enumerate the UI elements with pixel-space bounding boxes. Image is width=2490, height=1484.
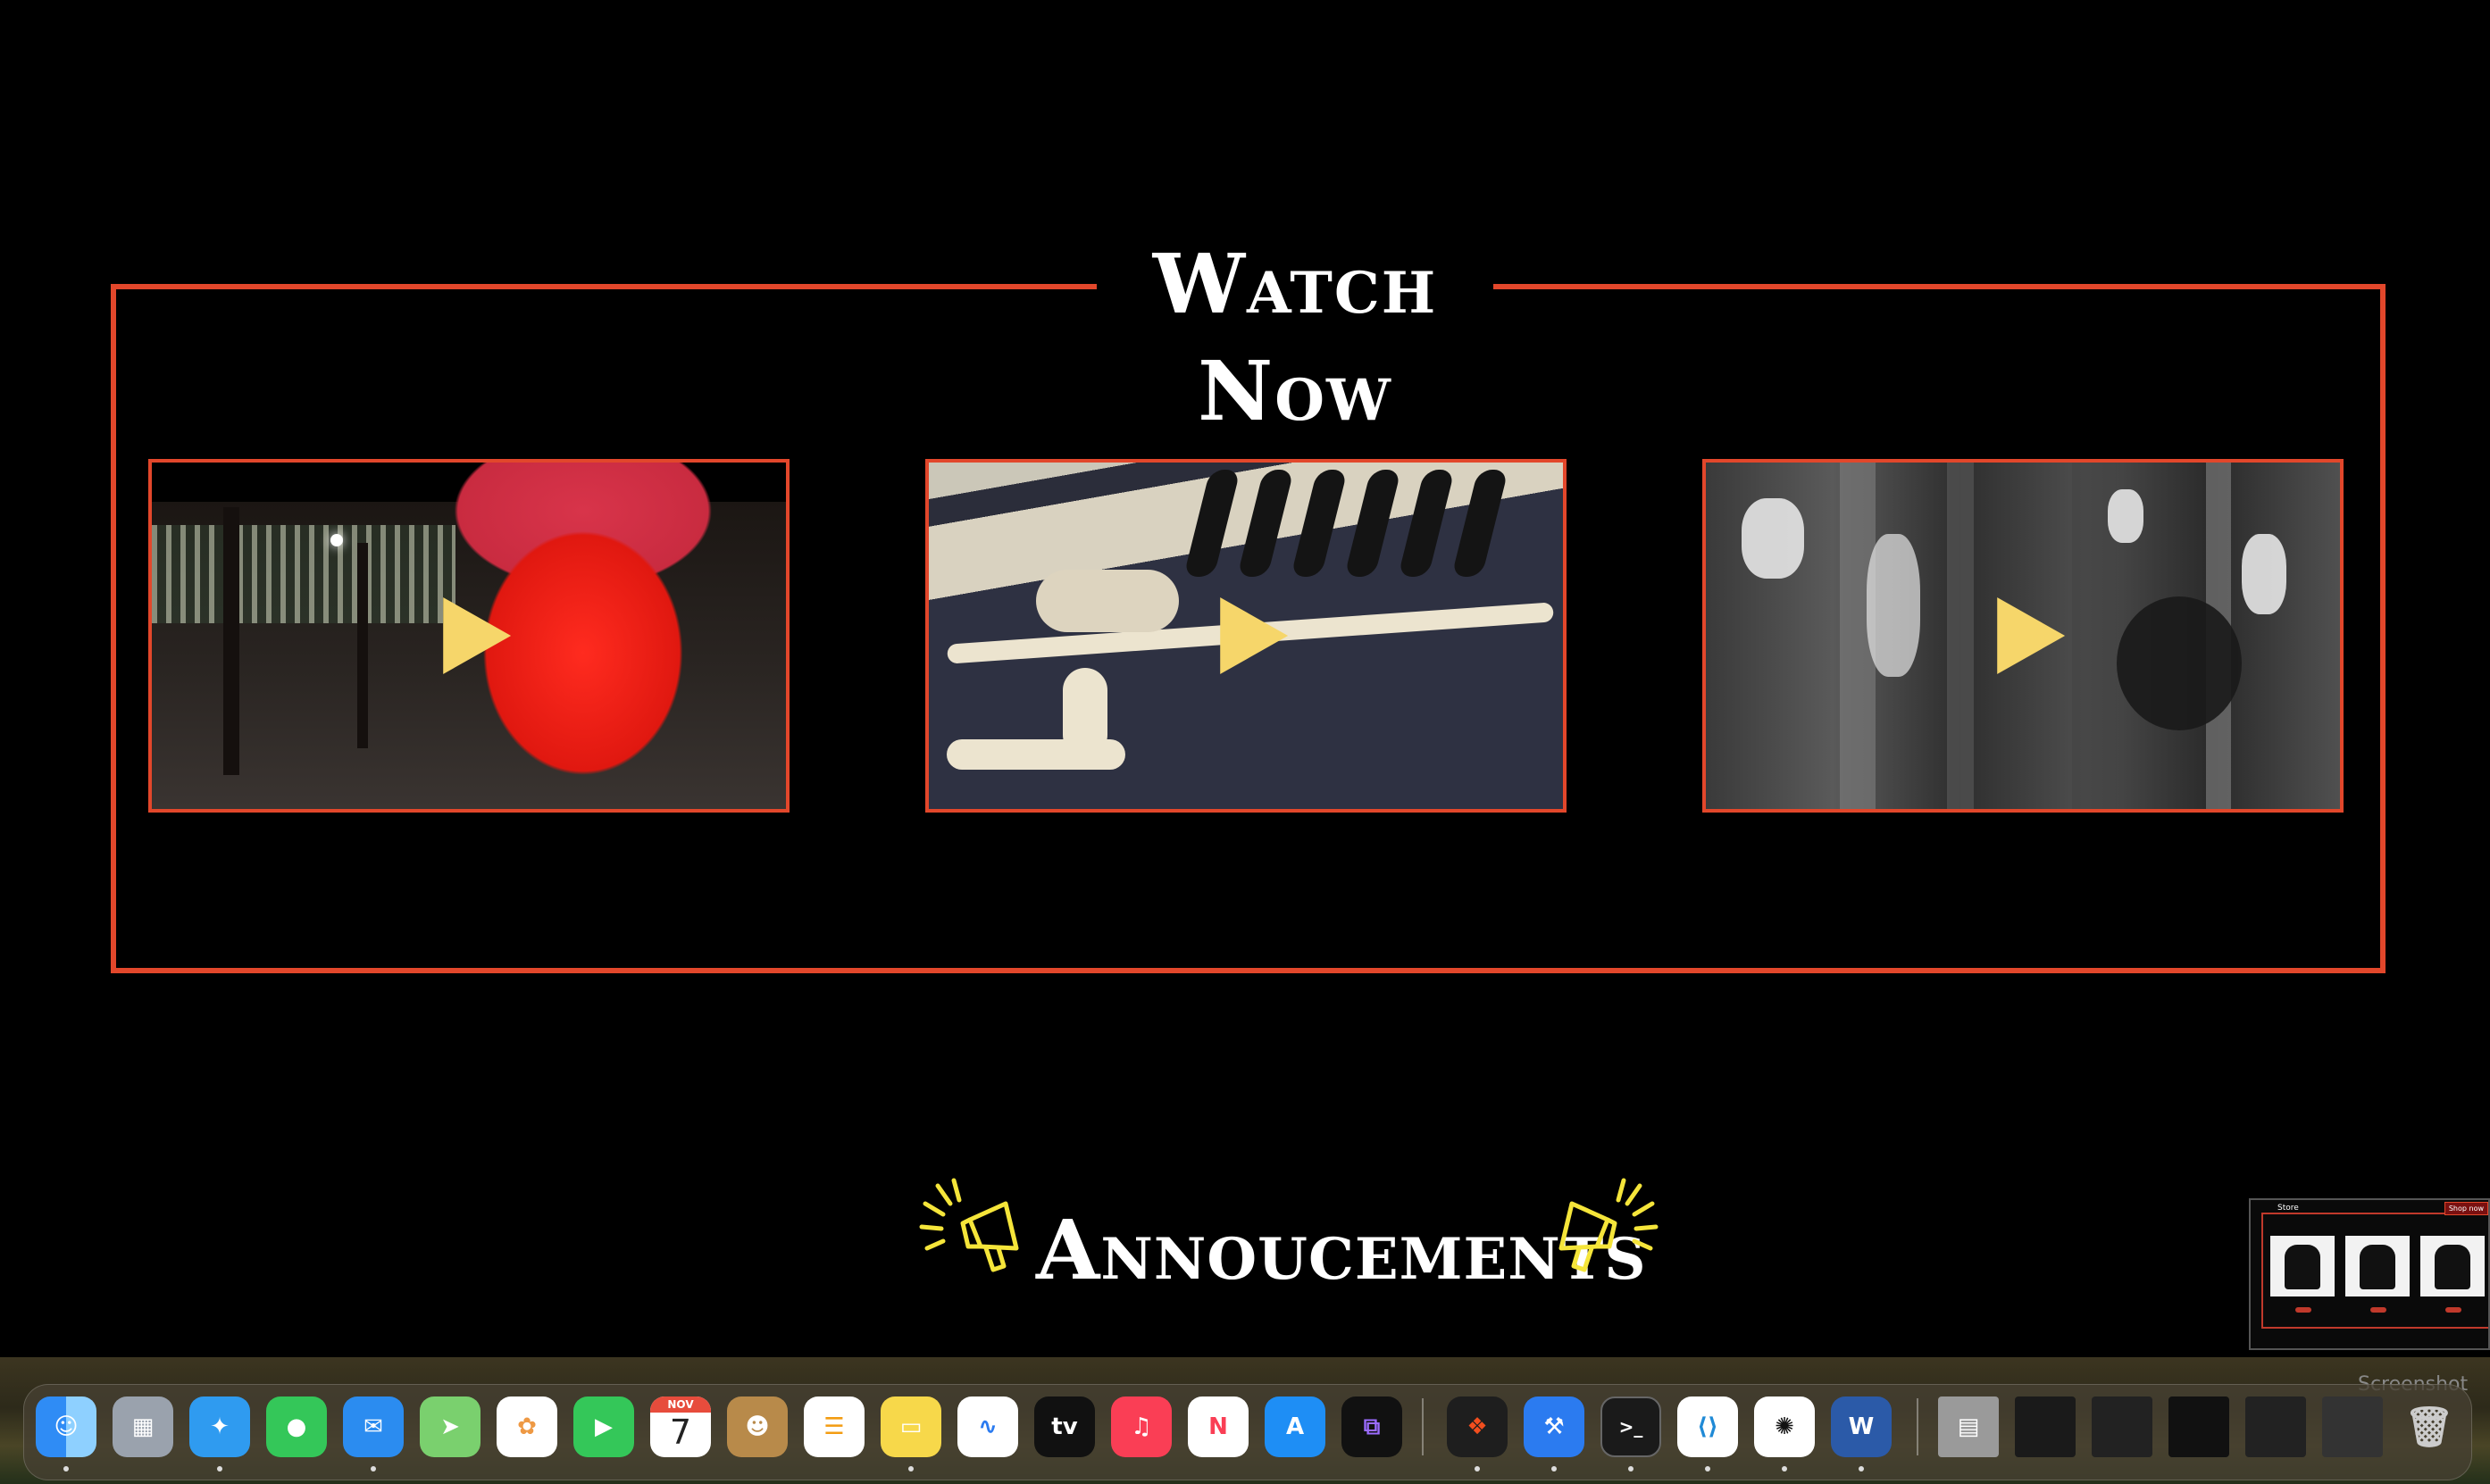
music-icon[interactable]: ♫ [1111,1396,1172,1457]
window-thumbnail-icon[interactable] [2245,1396,2306,1457]
vscode-icon[interactable]: ⟨⟩ [1677,1396,1738,1457]
preview-store-label: Store [2276,1204,2301,1213]
calendar-icon[interactable]: NOV 7 [650,1396,711,1457]
screen-capture-icon[interactable]: ⧉ [1341,1396,1402,1457]
preview-product [2270,1236,2335,1296]
chatgpt-icon[interactable]: ✺ [1754,1396,1815,1457]
preview-product [2420,1236,2485,1296]
video-card-2[interactable] [925,459,1567,813]
megaphone-icon [1558,1178,1659,1272]
video-card-1[interactable] [148,459,790,813]
document-icon[interactable]: ▤ [1938,1396,1999,1457]
window-thumbnail-icon[interactable] [2168,1396,2229,1457]
play-icon[interactable] [443,597,512,674]
play-icon[interactable] [1997,597,2066,674]
finder-icon[interactable]: ☺ [36,1396,96,1457]
preview-product [2345,1236,2410,1296]
news-icon[interactable]: N [1188,1396,1249,1457]
megaphone-icon [919,1178,1019,1272]
messages-icon[interactable]: ● [266,1396,327,1457]
notes-icon[interactable]: ▭ [881,1396,941,1457]
dock-separator [1917,1398,1918,1455]
contacts-icon[interactable]: ☻ [727,1396,788,1457]
launchpad-icon[interactable]: ▦ [113,1396,173,1457]
window-thumbnail-icon[interactable] [2092,1396,2152,1457]
word-icon[interactable]: W [1831,1396,1892,1457]
calendar-month: NOV [650,1396,711,1413]
window-thumbnail-icon[interactable] [2322,1396,2383,1457]
calendar-day: 7 [669,1413,692,1452]
figma-icon[interactable]: ❖ [1447,1396,1508,1457]
photos-icon[interactable]: ✿ [497,1396,557,1457]
trash-icon[interactable]: 🗑 [2399,1396,2460,1457]
reminders-icon[interactable]: ☰ [804,1396,865,1457]
app-store-icon[interactable]: A [1265,1396,1325,1457]
xcode-icon[interactable]: ⚒ [1524,1396,1584,1457]
announcements-title: Annoucements [1036,1202,1647,1298]
window-thumbnail-icon[interactable] [2015,1396,2076,1457]
apple-tv-icon[interactable]: tv [1034,1396,1095,1457]
video-card-3[interactable] [1702,459,2344,813]
screenshot-preview[interactable]: Store Shop now [2249,1198,2490,1350]
preview-shop-button: Shop now [2444,1202,2488,1215]
facetime-icon[interactable]: ▶ [573,1396,634,1457]
play-icon[interactable] [1220,597,1289,674]
safari-icon[interactable]: ✦ [189,1396,250,1457]
maps-icon[interactable]: ➤ [420,1396,480,1457]
watch-now-title: Watch Now [1097,230,1493,439]
page: Watch Now Annoucements Store Shop now [0,0,2490,1357]
dock-separator [1422,1398,1424,1455]
mail-icon[interactable]: ✉ [343,1396,404,1457]
freeform-icon[interactable]: ∿ [957,1396,1018,1457]
terminal-icon[interactable]: >_ [1600,1396,1661,1457]
